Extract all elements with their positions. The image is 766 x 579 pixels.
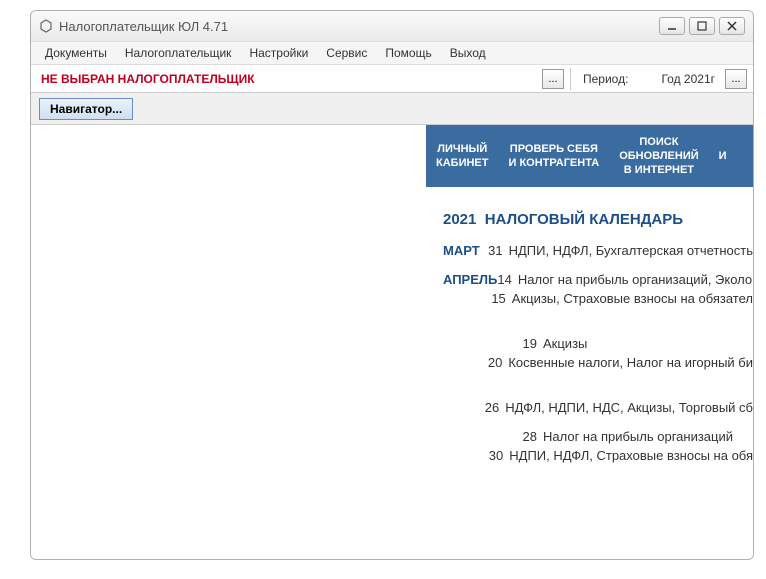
calendar-month xyxy=(443,429,521,444)
calendar-row: 19 Акцизы xyxy=(443,336,753,351)
period-value: Год 2021г xyxy=(661,72,719,86)
taxpayer-select-button[interactable]: ... xyxy=(542,69,564,89)
calendar-row: 30 НДПИ, НДФЛ, Страховые взносы на обя xyxy=(443,448,753,463)
tab-personal-cabinet[interactable]: ЛИЧНЫЙ КАБИНЕТ xyxy=(426,125,498,187)
divider xyxy=(570,68,571,90)
menu-taxpayer[interactable]: Налогоплательщик xyxy=(117,43,240,63)
menu-service[interactable]: Сервис xyxy=(318,43,375,63)
taxpayer-warning: НЕ ВЫБРАН НАЛОГОПЛАТЕЛЬЩИК xyxy=(37,72,255,86)
calendar-row: МАРТ 31 НДПИ, НДФЛ, Бухгалтерская отчетн… xyxy=(443,243,753,258)
tab-check-counterparty[interactable]: ПРОВЕРЬ СЕБЯ И КОНТРАГЕНТА xyxy=(498,125,609,187)
calendar-text: Косвенные налоги, Налог на игорный би xyxy=(508,355,753,370)
calendar-month: МАРТ xyxy=(443,243,488,258)
menu-help[interactable]: Помощь xyxy=(377,43,439,63)
calendar-row: 20 Косвенные налоги, Налог на игорный би xyxy=(443,355,753,370)
calendar-row: АПРЕЛЬ 14 Налог на прибыль организаций, … xyxy=(443,272,753,287)
tab-info[interactable]: И xyxy=(709,125,737,187)
close-button[interactable] xyxy=(719,17,745,35)
maximize-button[interactable] xyxy=(689,17,715,35)
calendar-text: НДФЛ, НДПИ, НДС, Акцизы, Торговый сб xyxy=(505,400,753,415)
period-select-button[interactable]: ... xyxy=(725,69,747,89)
minimize-button[interactable] xyxy=(659,17,685,35)
calendar-year: 2021 xyxy=(443,211,476,228)
menu-documents[interactable]: Документы xyxy=(37,43,115,63)
calendar-text: НДПИ, НДФЛ, Бухгалтерская отчетность xyxy=(509,243,753,258)
calendar-title: НАЛОГОВЫЙ КАЛЕНДАРЬ xyxy=(485,211,683,228)
window-controls xyxy=(659,17,745,35)
navigator-button[interactable]: Навигатор... xyxy=(39,98,133,120)
menu-exit[interactable]: Выход xyxy=(442,43,494,63)
calendar-month xyxy=(443,336,521,351)
period-section: Период: Год 2021г ... xyxy=(577,69,747,89)
calendar-day: 28 xyxy=(521,429,543,444)
calendar-text: Акцизы xyxy=(543,336,587,351)
window-title: Налогоплательщик ЮЛ 4.71 xyxy=(59,19,659,34)
calendar-day: 26 xyxy=(485,400,505,415)
calendar-month xyxy=(443,400,485,415)
calendar-row: 26 НДФЛ, НДПИ, НДС, Акцизы, Торговый сб xyxy=(443,400,753,415)
calendar-row: 28 Налог на прибыль организаций xyxy=(443,429,753,444)
content-area: ЛИЧНЫЙ КАБИНЕТ ПРОВЕРЬ СЕБЯ И КОНТРАГЕНТ… xyxy=(31,125,753,559)
period-label: Период: xyxy=(577,72,634,86)
calendar-day: 31 xyxy=(488,243,508,258)
calendar-text: Налог на прибыль организаций, Эколог xyxy=(518,272,753,287)
infobar: НЕ ВЫБРАН НАЛОГОПЛАТЕЛЬЩИК ... Период: Г… xyxy=(31,65,753,93)
menubar: Документы Налогоплательщик Настройки Сер… xyxy=(31,41,753,65)
calendar-day: 19 xyxy=(521,336,543,351)
titlebar: Налогоплательщик ЮЛ 4.71 xyxy=(31,11,753,41)
calendar-day: 20 xyxy=(488,355,508,370)
app-window: Налогоплательщик ЮЛ 4.71 Документы Налог… xyxy=(30,10,754,560)
calendar-row: 15 Акцизы, Страховые взносы на обязател xyxy=(443,291,753,306)
calendar-day: 30 xyxy=(489,448,509,463)
calendar-month xyxy=(443,355,488,370)
calendar-day: 15 xyxy=(491,291,511,306)
calendar-month xyxy=(443,448,489,463)
calendar-day: 14 xyxy=(497,272,517,287)
app-icon xyxy=(39,19,53,33)
calendar-text: Акцизы, Страховые взносы на обязател xyxy=(512,291,753,306)
calendar-text: НДПИ, НДФЛ, Страховые взносы на обя xyxy=(509,448,753,463)
tab-search-updates[interactable]: ПОИСК ОБНОВЛЕНИЙ В ИНТЕРНЕТ xyxy=(609,125,708,187)
calendar-month: АПРЕЛЬ xyxy=(443,272,497,287)
calendar-body: МАРТ 31 НДПИ, НДФЛ, Бухгалтерская отчетн… xyxy=(443,243,753,467)
toolbar: Навигатор... xyxy=(31,93,753,125)
calendar-heading: 2021 НАЛОГОВЫЙ КАЛЕНДАРЬ xyxy=(443,211,683,228)
calendar-month xyxy=(443,291,491,306)
menu-settings[interactable]: Настройки xyxy=(241,43,316,63)
calendar-text: Налог на прибыль организаций xyxy=(543,429,733,444)
portal-tabs: ЛИЧНЫЙ КАБИНЕТ ПРОВЕРЬ СЕБЯ И КОНТРАГЕНТ… xyxy=(426,125,753,187)
